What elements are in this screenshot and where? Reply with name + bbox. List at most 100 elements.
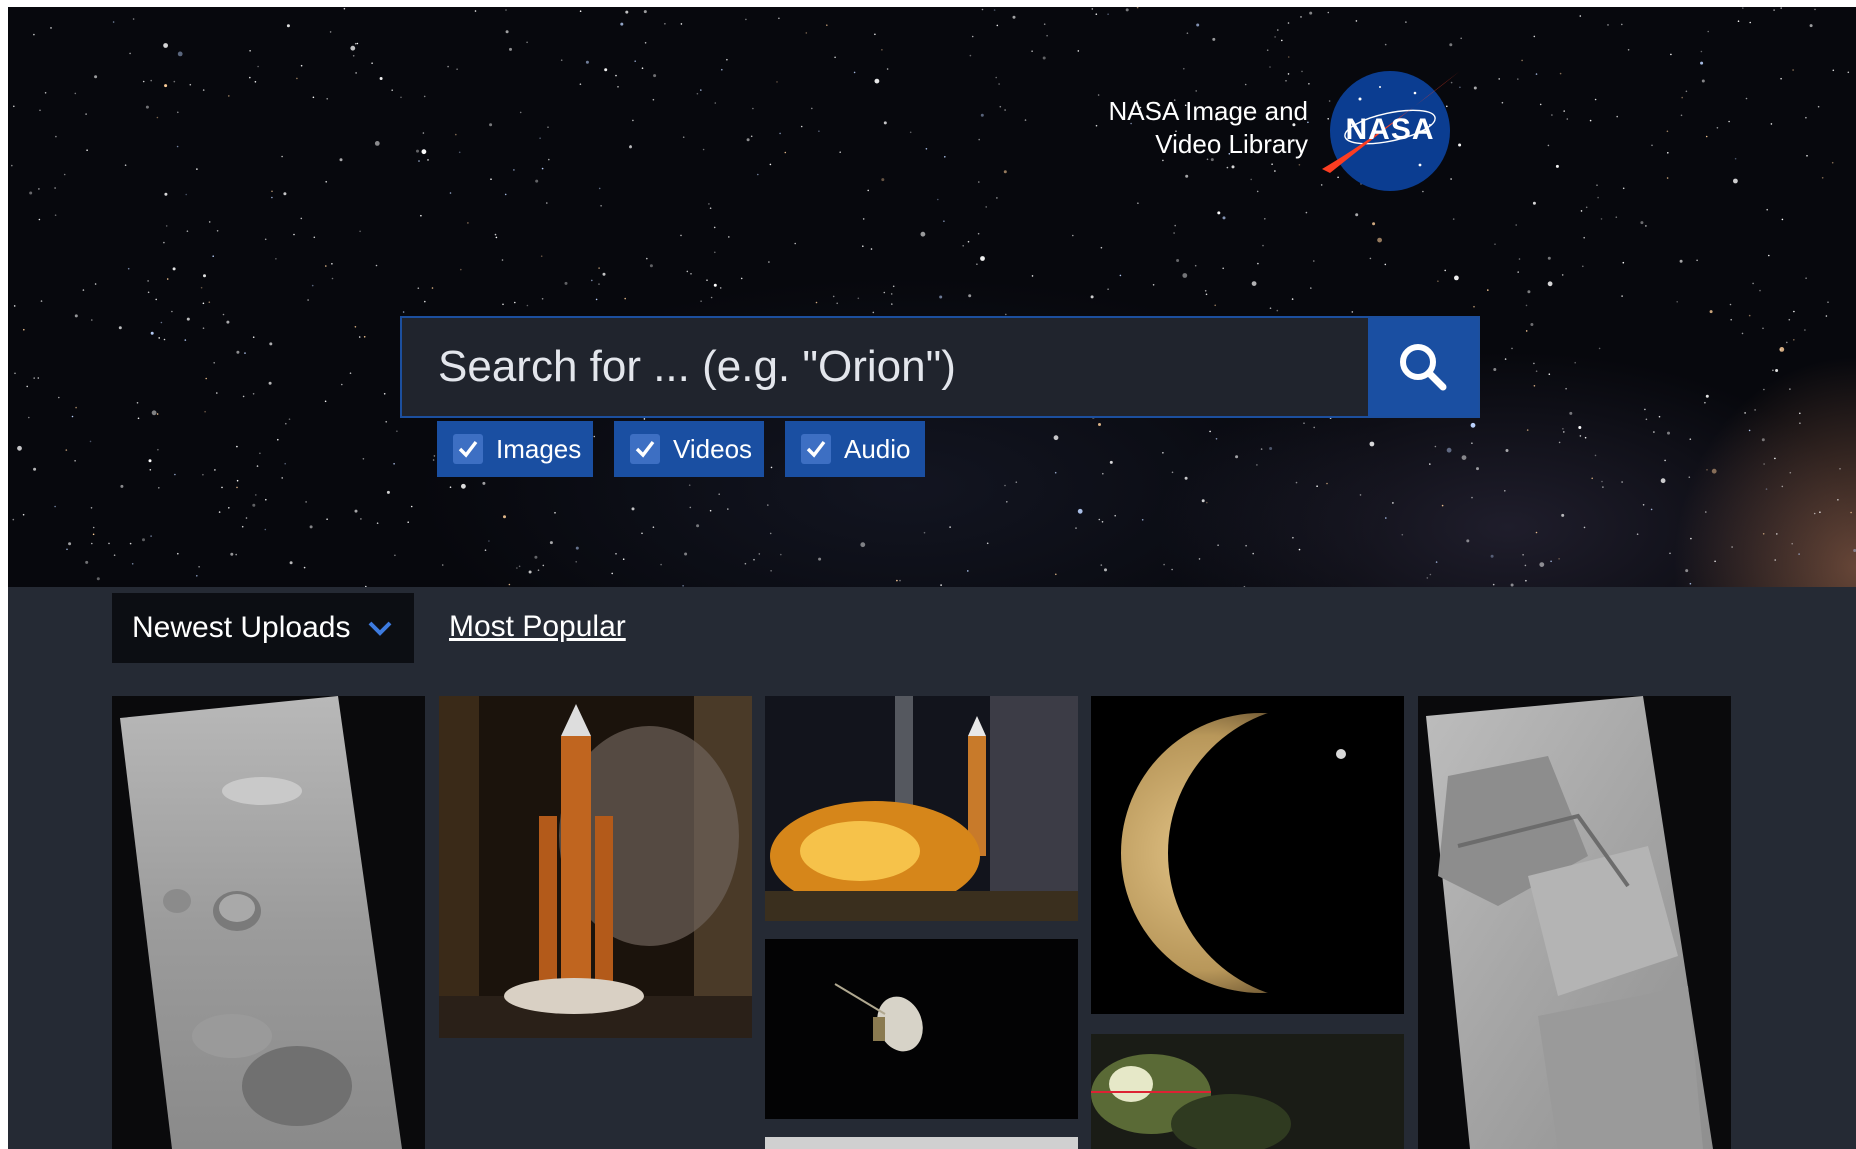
star bbox=[1183, 67, 1185, 70]
star bbox=[696, 92, 699, 95]
star bbox=[1426, 577, 1429, 579]
star bbox=[325, 181, 328, 183]
star bbox=[528, 570, 532, 574]
site-title[interactable]: NASA Image and Video Library bbox=[1048, 95, 1308, 161]
star bbox=[1262, 244, 1264, 247]
gallery-item-1[interactable] bbox=[112, 696, 425, 1149]
star bbox=[221, 486, 223, 489]
nasa-logo-wordmark: NASA bbox=[1345, 113, 1434, 146]
star bbox=[836, 302, 838, 305]
filter-videos[interactable]: Videos bbox=[614, 421, 764, 477]
star bbox=[805, 32, 808, 34]
star bbox=[1435, 561, 1438, 563]
star bbox=[540, 255, 543, 257]
star bbox=[1449, 43, 1453, 47]
gallery-image-rocket-pad bbox=[439, 696, 752, 1038]
checkmark-icon bbox=[458, 440, 478, 458]
star bbox=[1731, 546, 1733, 548]
star bbox=[186, 317, 190, 321]
star bbox=[74, 314, 78, 318]
star bbox=[1700, 50, 1703, 53]
star bbox=[602, 272, 606, 276]
star bbox=[502, 303, 504, 306]
search-input[interactable] bbox=[402, 318, 1367, 416]
star bbox=[150, 535, 152, 537]
gallery-item-5[interactable] bbox=[765, 1137, 1078, 1149]
filter-images[interactable]: Images bbox=[437, 421, 593, 477]
star bbox=[447, 65, 449, 68]
star bbox=[339, 158, 343, 162]
star bbox=[1642, 504, 1645, 506]
star bbox=[710, 296, 713, 299]
search-button[interactable] bbox=[1368, 318, 1478, 416]
star bbox=[1505, 449, 1509, 452]
star bbox=[1385, 517, 1387, 519]
star bbox=[241, 525, 244, 528]
gallery-item-8[interactable] bbox=[1418, 696, 1731, 1149]
star bbox=[769, 163, 772, 166]
star bbox=[1217, 544, 1219, 546]
star bbox=[1209, 430, 1211, 433]
star bbox=[131, 563, 134, 565]
star bbox=[811, 107, 813, 110]
gallery-item-3[interactable] bbox=[765, 696, 1078, 921]
star bbox=[1666, 130, 1669, 133]
star bbox=[1046, 34, 1048, 37]
star bbox=[264, 528, 267, 531]
star bbox=[1669, 552, 1671, 555]
star bbox=[834, 56, 836, 59]
gallery-item-6[interactable] bbox=[1091, 696, 1404, 1014]
star bbox=[158, 337, 160, 339]
star bbox=[1600, 218, 1603, 220]
star bbox=[1806, 155, 1808, 157]
tab-most-popular[interactable]: Most Popular bbox=[449, 607, 626, 647]
gallery-image-foliage bbox=[1091, 1034, 1404, 1149]
star bbox=[745, 18, 747, 21]
videos-checkbox[interactable] bbox=[630, 434, 660, 464]
star bbox=[108, 542, 110, 545]
star bbox=[1298, 164, 1301, 166]
audio-checkbox[interactable] bbox=[801, 434, 831, 464]
star bbox=[780, 553, 782, 556]
star bbox=[653, 74, 657, 78]
star bbox=[1310, 287, 1312, 289]
star bbox=[163, 338, 166, 341]
star bbox=[1660, 478, 1666, 484]
star bbox=[1527, 290, 1531, 294]
star bbox=[1651, 144, 1653, 147]
star bbox=[758, 553, 761, 555]
star bbox=[595, 298, 598, 301]
star bbox=[23, 328, 25, 331]
star bbox=[1664, 459, 1666, 462]
star bbox=[1107, 13, 1109, 15]
star bbox=[254, 81, 257, 83]
nasa-logo[interactable]: NASA bbox=[1320, 65, 1462, 195]
star bbox=[1392, 502, 1394, 504]
star bbox=[86, 149, 88, 151]
gallery-item-4[interactable] bbox=[765, 939, 1078, 1119]
star bbox=[1024, 119, 1027, 121]
star bbox=[1525, 330, 1528, 332]
star bbox=[309, 525, 313, 529]
images-checkbox[interactable] bbox=[453, 434, 483, 464]
tab-newest-uploads[interactable]: Newest Uploads bbox=[112, 593, 414, 663]
star bbox=[1206, 501, 1208, 504]
star bbox=[1504, 358, 1507, 360]
star bbox=[937, 198, 939, 201]
star bbox=[1185, 174, 1189, 178]
star bbox=[118, 326, 122, 330]
star bbox=[728, 236, 730, 238]
star bbox=[615, 74, 617, 77]
star bbox=[1171, 568, 1173, 571]
gallery-item-2[interactable] bbox=[439, 696, 752, 1038]
star bbox=[1748, 429, 1751, 432]
gallery-item-7[interactable] bbox=[1091, 1034, 1404, 1149]
star bbox=[216, 230, 219, 232]
star bbox=[50, 27, 52, 29]
star bbox=[896, 579, 898, 582]
star bbox=[1195, 90, 1197, 92]
star bbox=[967, 240, 970, 243]
star bbox=[164, 192, 168, 196]
star bbox=[1377, 237, 1382, 243]
filter-audio[interactable]: Audio bbox=[785, 421, 925, 477]
